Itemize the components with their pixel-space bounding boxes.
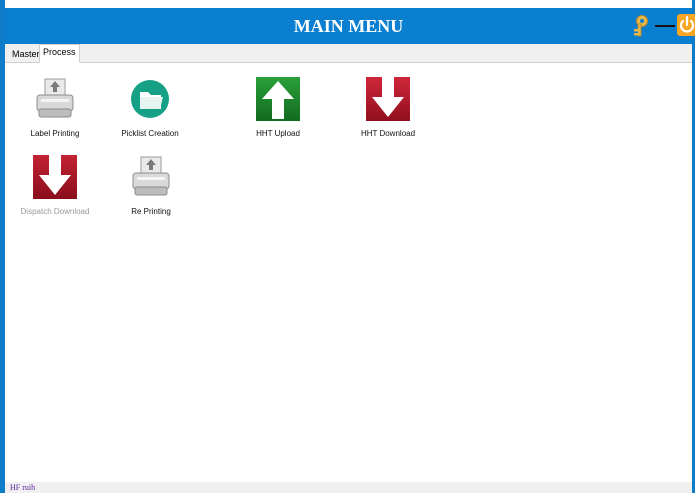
hht-upload-tile[interactable]: HHT Upload [228,75,328,138]
hht-upload-label: HHT Upload [256,129,300,138]
title-bar: MAIN MENU [5,8,695,44]
window-title: MAIN MENU [293,16,404,36]
dispatch-download-label: Dispatch Download [20,207,90,216]
tab-bar: Master Process [5,44,692,63]
power-icon[interactable] [677,14,695,36]
label-printing-label: Label Printing [30,129,80,138]
picklist-creation-tile[interactable]: Picklist Creation [100,75,200,138]
tab-process[interactable]: Process [39,44,80,63]
main-menu-window: MAIN MENU Master Process Label Printing … [0,0,695,493]
status-bar: HF ruih [5,482,692,493]
download-arrow-icon [31,153,79,201]
re-printing-label: Re Printing [131,207,171,216]
download-arrow-icon [364,75,412,123]
dispatch-download-tile[interactable]: Dispatch Download [5,153,105,216]
label-printing-tile[interactable]: Label Printing [5,75,105,138]
minimize-icon[interactable] [655,25,675,27]
process-panel: Label Printing Picklist Creation HHT Upl… [5,63,692,481]
printer-icon [127,153,175,201]
key-icon[interactable] [629,14,651,38]
hht-download-label: HHT Download [360,129,416,138]
folder-icon [126,75,174,123]
status-text: HF ruih [10,483,36,492]
picklist-creation-label: Picklist Creation [121,129,179,138]
upload-arrow-icon [254,75,302,123]
printer-icon [31,75,79,123]
hht-download-tile[interactable]: HHT Download [338,75,438,138]
re-printing-tile[interactable]: Re Printing [101,153,201,216]
